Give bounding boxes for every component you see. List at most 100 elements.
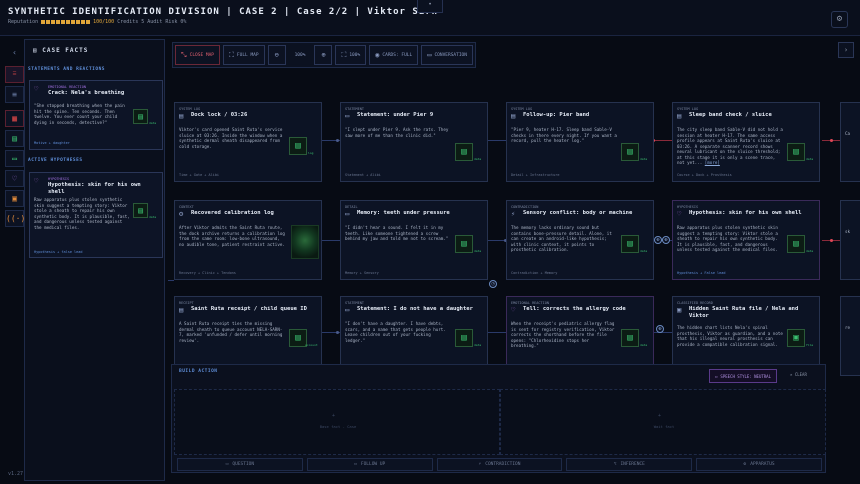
collapse-panel-button[interactable]: ‹ [5,44,24,61]
zoom-reset-button[interactable]: ⛶ 100% [335,45,367,65]
card-title: Memory: teeth under pressure [357,210,450,216]
data-chip-label: data [640,157,648,161]
log-icon: ▤ [677,112,682,120]
rail-board-button[interactable]: ▦ [5,110,24,127]
audit-risk-label: Audit Risk [147,19,178,25]
fact-footer: Motive + daughter [34,141,70,145]
more-link[interactable]: [more] [705,160,720,165]
data-chip-icon[interactable]: ▤ [787,143,805,161]
link-handle[interactable]: ⊕ [656,325,664,333]
cards-mode-button[interactable]: ◉ CARDS: FULL [369,45,419,65]
data-chip-label: data [640,343,648,347]
rail-chat-button[interactable]: ▭ [5,150,24,167]
contradiction-button[interactable]: ⚡ CONTRADICTION [436,458,563,471]
fact-body: "She stopped breathing when the pain hit… [34,103,125,125]
data-chip-icon[interactable]: ▤ [133,109,148,124]
card-title: Hidden Saint Ruta file / Nela and Viktor [689,306,799,319]
case-facts-panel: ▤ CASE FACTS STATEMENTS AND REACTIONS ♡ … [24,39,165,481]
evidence-card-partial[interactable]: re [840,296,860,376]
folder-icon: ▣ [12,194,17,203]
case-facts-title: ▤ CASE FACTS [33,47,89,54]
data-chip-icon[interactable]: ▤ [787,235,805,253]
data-chip-icon[interactable]: ▣ [787,329,805,347]
apparatus-icon: ⚙ [743,462,747,467]
settings-button[interactable]: ⚙ [831,11,848,28]
evidence-card[interactable]: STATEMENT ▭ Statement: under Pier 9 "I s… [340,102,488,182]
rail-archive-button[interactable]: ▣ [5,190,24,207]
data-chip-icon[interactable]: ▤ [621,235,639,253]
rail-facts-button[interactable]: ☰ [5,66,24,83]
data-chip-label: file [806,343,814,347]
zoom-out-button[interactable]: ⊖ [267,45,286,65]
apparatus-button[interactable]: ⚙ APPARATUS [696,458,822,471]
hypothesis-card[interactable]: HYPOTHESIS ♡ Hypothesis: skin for his ow… [672,200,820,280]
card-tag: SYSTEM LOG [179,107,201,111]
evidence-card[interactable]: CONTRADICTION ⚡ Sensory conflict: body o… [506,200,654,280]
data-chip-icon[interactable]: ▤ [455,329,473,347]
expand-icon: ⛶ [229,50,234,59]
card-title: Sensory conflict: body or machine [523,210,633,216]
evidence-card[interactable]: CONTEXT ⚙ Recovered calibration log Afte… [174,200,322,280]
top-drawer-handle[interactable]: • [417,0,443,13]
evidence-card-partial[interactable]: sk [840,200,860,280]
card-tag: DETAIL [345,205,358,209]
rail-log-button[interactable]: ≡ [5,86,24,103]
full-map-button[interactable]: ⛶ FULL MAP [223,45,265,65]
card-footer: Contradiction + Memory [511,271,558,275]
build-action-panel: BUILD ACTION ▭ SPEECH STYLE: NEUTRAL ✕ CL… [171,364,826,473]
data-chip-icon[interactable]: ▤ [133,203,148,218]
card-body: The city sleep band Sable-V did not hold… [677,127,783,165]
data-chip-icon[interactable]: ▤ [455,235,473,253]
speech-style-button[interactable]: ▭ SPEECH STYLE: NEUTRAL [709,369,777,383]
link-node [336,331,339,334]
map-link [168,280,174,281]
clear-button[interactable]: ✕ CLEAR [790,372,807,377]
base-fact-slot[interactable]: + Base fact - Case [174,389,500,455]
card-tag: CLASSIFIED RECORD [677,301,713,305]
card-body: "Pier 9, heater H-17. Sleep band Sable-V… [511,127,617,143]
fact-title: Hypothesis: skin for his own shell [48,182,141,195]
follow-up-button[interactable]: ▭ FOLLOW UP [306,458,433,471]
conversation-button[interactable]: ▭ CONVERSATION [421,45,473,65]
wait-fact-slot[interactable]: + Wait fact [500,389,826,455]
collapse-right-button[interactable]: › [838,42,854,58]
card-body: The memory lacks ordinary sound but cont… [511,225,612,252]
close-map-button[interactable]: ⤡ CLOSE MAP [175,45,220,65]
document-icon: ▤ [12,134,17,143]
fact-body: Raw apparatus plus stolen synthetic skin… [34,197,130,230]
evidence-card[interactable]: SYSTEM LOG ▤ Sleep band check / sluice T… [672,102,820,182]
card-body: sk [845,229,851,234]
evidence-card-partial[interactable]: Ca [840,102,860,182]
heart-icon: ♡ [34,85,39,93]
fact-card[interactable]: ♡ EMOTIONAL REACTION Crack: Nela's breat… [29,80,163,150]
data-chip-icon[interactable]: ▤ [621,329,639,347]
card-title: Tell: corrects the allergy code [523,306,626,312]
side-rail: ‹ ☰ ≡ ▦ ▤ ▭ ♡ ▣ ((·)) [5,40,30,230]
evidence-card[interactable]: DETAIL ▭ Memory: teeth under pressure "I… [340,200,488,280]
rail-hypothesis-button[interactable]: ♡ [5,170,24,187]
card-body: Ca [845,131,851,136]
zoom-out-icon: ⊖ [274,51,279,59]
slot-label: Base fact - Case [319,424,357,429]
question-button[interactable]: ▭ QUESTION [177,458,303,471]
reputation-value: 100/100 [93,19,115,25]
grid-icon: ▦ [12,114,17,123]
rail-signal-button[interactable]: ((·)) [5,210,30,227]
data-chip-icon[interactable]: ▤ [289,137,307,155]
link-handle[interactable]: ◷ [489,280,497,288]
evidence-card[interactable]: SYSTEM LOG ▤ Dock lock / 03:26 Viktor's … [174,102,322,182]
build-action-title: BUILD ACTION [179,369,218,374]
data-chip-icon[interactable]: ▤ [621,143,639,161]
data-chip-label: data [806,249,814,253]
evidence-card[interactable]: SYSTEM LOG ▤ Follow-up: Pier band "Pier … [506,102,654,182]
reputation-label: Reputation [8,19,39,25]
data-chip-icon[interactable]: ▤ [455,143,473,161]
rail-evidence-button[interactable]: ▤ [5,130,24,147]
zoom-in-button[interactable]: ⊕ [314,45,333,65]
card-title: Hypothesis: skin for his own shell [689,210,802,216]
link-handle[interactable]: ⊕ [662,236,670,244]
inference-button[interactable]: ⌥ INFERENCE [566,458,693,471]
card-footer: Memory + Sensory [345,271,379,275]
fact-card[interactable]: ♡ HYPOTHESIS Hypothesis: skin for his ow… [29,172,163,258]
link-handle[interactable]: ⊕ [654,236,662,244]
